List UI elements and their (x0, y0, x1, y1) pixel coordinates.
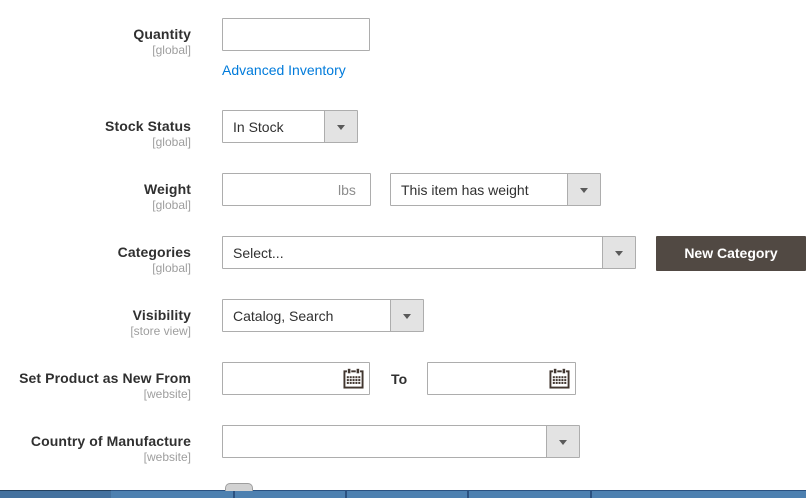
weight-label-block: Weight [global] (0, 180, 191, 213)
stock-status-value: In Stock (233, 119, 284, 135)
set-new-label-block: Set Product as New From [website] (0, 369, 191, 402)
caret-down-icon (337, 125, 345, 130)
stock-status-scope: [global] (0, 135, 191, 150)
advanced-inventory-link[interactable]: Advanced Inventory (222, 62, 346, 78)
set-new-scope: [website] (0, 387, 191, 402)
strip-divider (590, 490, 592, 498)
categories-select[interactable]: Select... (222, 236, 636, 269)
strip-divider (467, 490, 469, 498)
blue-strip (0, 490, 806, 498)
weight-label: Weight (0, 180, 191, 198)
quantity-scope: [global] (0, 43, 191, 58)
country-dropdown-button[interactable] (546, 426, 579, 457)
to-label: To (391, 370, 407, 388)
visibility-label: Visibility (0, 306, 191, 324)
new-to-date-field[interactable] (427, 362, 576, 395)
blue-strip-dark-segment (0, 490, 111, 498)
visibility-label-block: Visibility [store view] (0, 306, 191, 339)
country-select[interactable] (222, 425, 580, 458)
quantity-input[interactable] (222, 18, 370, 51)
country-label: Country of Manufacture (0, 432, 191, 450)
categories-scope: [global] (0, 261, 191, 276)
new-from-date-field[interactable] (222, 362, 370, 395)
country-label-block: Country of Manufacture [website] (0, 432, 191, 465)
caret-down-icon (615, 251, 623, 256)
weight-type-select[interactable]: This item has weight (390, 173, 601, 206)
stock-status-label-block: Stock Status [global] (0, 117, 191, 150)
visibility-scope: [store view] (0, 324, 191, 339)
weight-type-value: This item has weight (401, 182, 529, 198)
set-new-label: Set Product as New From (0, 369, 191, 387)
visibility-select[interactable]: Catalog, Search (222, 299, 424, 332)
strip-divider (233, 490, 235, 498)
new-category-button[interactable]: New Category (656, 236, 806, 271)
categories-dropdown-button[interactable] (602, 237, 635, 268)
weight-unit-label: lbs (338, 182, 356, 198)
stock-status-dropdown-button[interactable] (324, 111, 357, 142)
quantity-label-block: Quantity [global] (0, 25, 191, 58)
quantity-label: Quantity (0, 25, 191, 43)
to-label-block: To (391, 370, 407, 388)
strip-handle (225, 483, 253, 491)
visibility-dropdown-button[interactable] (390, 300, 423, 331)
strip-divider (345, 490, 347, 498)
categories-label: Categories (0, 243, 191, 261)
caret-down-icon (559, 440, 567, 445)
caret-down-icon (403, 314, 411, 319)
categories-value: Select... (233, 245, 284, 261)
caret-down-icon (580, 188, 588, 193)
calendar-icon (343, 368, 364, 389)
categories-label-block: Categories [global] (0, 243, 191, 276)
country-scope: [website] (0, 450, 191, 465)
stock-status-select[interactable]: In Stock (222, 110, 358, 143)
product-details-form: Quantity [global] Advanced Inventory Sto… (0, 0, 806, 498)
new-to-calendar-button[interactable] (548, 368, 570, 390)
new-from-calendar-button[interactable] (342, 368, 364, 390)
stock-status-label: Stock Status (0, 117, 191, 135)
weight-type-dropdown-button[interactable] (567, 174, 600, 205)
new-to-date-input[interactable] (428, 363, 538, 394)
visibility-value: Catalog, Search (233, 308, 333, 324)
new-from-date-input[interactable] (223, 363, 333, 394)
calendar-icon (549, 368, 570, 389)
weight-scope: [global] (0, 198, 191, 213)
